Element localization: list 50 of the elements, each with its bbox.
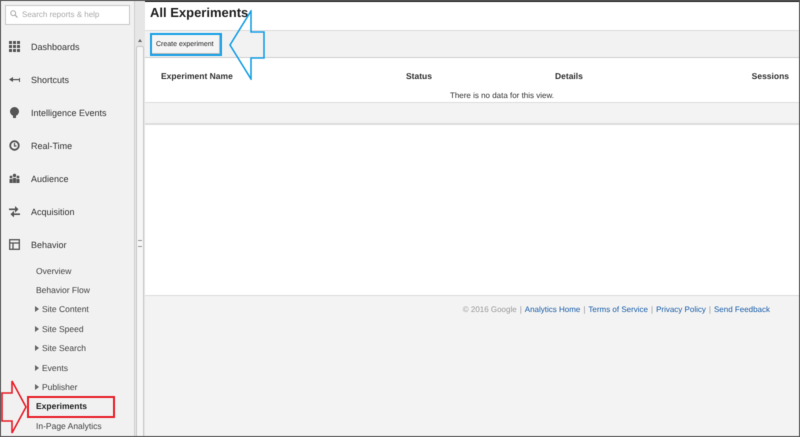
scrollbar[interactable]	[134, 1, 145, 436]
nav-item[interactable]: Real-Time	[1, 129, 134, 162]
nav-subitem[interactable]: Publisher	[1, 377, 134, 397]
separator-text: |	[651, 305, 654, 314]
triangle-right-icon	[35, 345, 39, 352]
highlight-frame	[150, 33, 222, 56]
nav-item[interactable]: Audience	[1, 162, 134, 195]
footer-link[interactable]: Privacy Policy	[656, 305, 706, 314]
dashboard-grid-icon	[9, 41, 20, 52]
swap-arrows-icon	[9, 206, 20, 217]
nav-item[interactable]: Shortcuts	[1, 63, 134, 96]
footer-link[interactable]: Send Feedback	[714, 305, 770, 314]
column-header[interactable]: Experiment Name	[161, 71, 401, 81]
arrow-annotation	[1, 380, 27, 434]
scrollbar-thumb[interactable]	[136, 46, 144, 436]
arrow-left-icon	[9, 74, 20, 85]
people-icon	[9, 173, 20, 184]
nav-item[interactable]: Dashboards	[1, 30, 134, 63]
page-title: All Experiments	[149, 4, 250, 22]
nav-subitem[interactable]: Site Search	[1, 338, 134, 358]
nav-subitem[interactable]: Events	[1, 358, 134, 378]
footer-link[interactable]: Analytics Home	[524, 305, 580, 314]
nav-subitem[interactable]: Site Content	[1, 300, 134, 320]
nav-subitem[interactable]: In-Page Analytics	[1, 416, 134, 436]
column-header[interactable]: Sessions	[752, 71, 789, 81]
clock-icon	[9, 140, 20, 151]
layout-icon	[9, 239, 20, 250]
separator-text: |	[583, 305, 586, 314]
lightbulb-icon	[9, 107, 20, 118]
separator-text: |	[708, 305, 711, 314]
copyright-text: © 2016 Google	[462, 305, 517, 314]
separator-text: |	[520, 305, 522, 314]
triangle-right-icon	[35, 326, 39, 332]
nav-item[interactable]: Behavior	[1, 228, 134, 261]
search-field[interactable]: Search reports & help	[5, 4, 130, 24]
triangle-right-icon	[35, 306, 39, 312]
triangle-right-icon	[35, 364, 39, 371]
triangle-right-icon	[35, 384, 39, 390]
nav-subitem[interactable]: Experiments	[1, 396, 134, 416]
nav-item[interactable]: Acquisition	[1, 195, 134, 228]
nav-item[interactable]: Intelligence Events	[1, 96, 134, 129]
empty-message: There is no data for this view.	[448, 94, 556, 102]
column-header[interactable]: Details	[531, 71, 691, 81]
nav-subitem[interactable]: Site Speed	[1, 319, 134, 339]
nav-subitem[interactable]: Behavior Flow	[1, 280, 134, 300]
nav-subitem[interactable]: Overview	[1, 261, 134, 280]
scroll-up-arrow-icon[interactable]	[138, 39, 142, 42]
footer-link[interactable]: Terms of Service	[588, 305, 648, 314]
column-header[interactable]: Status	[401, 71, 531, 81]
search-icon	[10, 10, 18, 18]
